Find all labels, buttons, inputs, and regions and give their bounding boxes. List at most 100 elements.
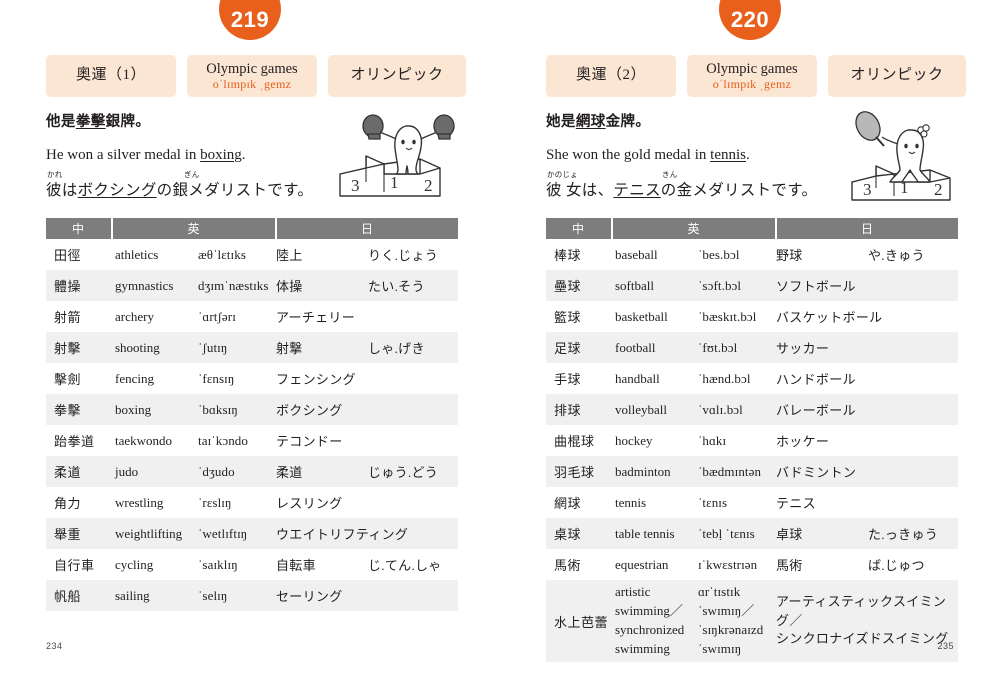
cell-chinese: 曲棍球 xyxy=(546,425,612,456)
table-row: 帆船 sailing ˈselɪŋ セーリング xyxy=(46,580,458,611)
cell-english: athletics xyxy=(112,239,198,270)
column-header-japanese: 日 xyxy=(776,218,958,239)
table-header-row: 中 英 日 xyxy=(46,218,458,239)
table-row: 棒球 baseball ˈbes.bɔl 野球 や.きゅう xyxy=(546,239,958,270)
cell-ipa: ˈɑrtʃərɪ xyxy=(198,301,276,332)
sentence-chinese: 她是網球金牌。 xyxy=(546,114,651,130)
cell-japanese: サッカー xyxy=(776,332,958,363)
cell-english: judo xyxy=(112,456,198,487)
table-row: 拳擊 boxing ˈbɑksɪŋ ボクシング xyxy=(46,394,458,425)
cell-ipa: ˈʃutɪŋ xyxy=(198,332,276,363)
cell-ipa: ˈdʒudo xyxy=(198,456,276,487)
cell-chinese: 體操 xyxy=(46,270,112,301)
cell-ipa: ˈhænd.bɔl xyxy=(698,363,776,394)
example-sentences-left: 他是拳擊銀牌。 He won a silver medal in boxing.… xyxy=(46,110,346,200)
example-sentences-right: 她是網球金牌。 She won the gold medal in tennis… xyxy=(546,110,846,200)
cell-chinese: 手球 xyxy=(546,363,612,394)
cell-english: volleyball xyxy=(612,394,698,425)
cell-ipa: ˈbædmɪntən xyxy=(698,456,776,487)
topic-tag-english-ipa: oˈlɪmpɪk ˌgemz xyxy=(712,76,792,91)
cell-japanese: フェンシング xyxy=(276,363,458,394)
topic-tag-english-label: Olympic games xyxy=(706,60,798,77)
cell-chinese: 拳擊 xyxy=(46,394,112,425)
cell-japanese: ウエイトリフティング xyxy=(276,518,458,549)
svg-text:2: 2 xyxy=(934,180,943,199)
cell-chinese: 自行車 xyxy=(46,549,112,580)
cell-japanese: 自転車 xyxy=(276,549,368,580)
svg-text:1: 1 xyxy=(390,173,399,192)
table-row: 擊劍 fencing ˈfɛnsɪŋ フェンシング xyxy=(46,363,458,394)
cell-ipa: ɪˈkwɛstrɪən xyxy=(698,549,776,580)
table-row: 曲棍球 hockey ˈhɑkɪ ホッケー xyxy=(546,425,958,456)
cell-chinese: 馬術 xyxy=(546,549,612,580)
cell-japanese: 射撃 xyxy=(276,332,368,363)
table-row: 角力 wrestling ˈrɛslɪŋ レスリング xyxy=(46,487,458,518)
topic-tag-chinese-label: 奧運（1） xyxy=(75,67,146,84)
table-row: 桌球 table tennis ˈtebḷ ˈtɛnɪs 卓球 た.っきゅう xyxy=(546,518,958,549)
cell-ipa: ˈbæskɪt.bɔl xyxy=(698,301,776,332)
cell-japanese: 陸上 xyxy=(276,239,368,270)
cell-english: equestrian xyxy=(612,549,698,580)
sentence-japanese-wrap: かれ ぎん 彼はボクシングの銀メダリストです。 xyxy=(46,170,346,200)
table-row: 籃球 basketball ˈbæskɪt.bɔl バスケットボール xyxy=(546,301,958,332)
cell-ipa: ˈhɑkɪ xyxy=(698,425,776,456)
cell-japanese: ボクシング xyxy=(276,394,458,425)
topic-tag-chinese: 奧運（1） xyxy=(46,55,176,97)
cell-japanese: 柔道 xyxy=(276,456,368,487)
svg-text:1: 1 xyxy=(900,178,909,197)
cell-chinese: 擊劍 xyxy=(46,363,112,394)
folio-left: 234 xyxy=(46,641,63,651)
cell-chinese: 舉重 xyxy=(46,518,112,549)
cell-chinese: 射箭 xyxy=(46,301,112,332)
cell-english: basketball xyxy=(612,301,698,332)
cell-ipa: ˈwetlɪftɪŋ xyxy=(198,518,276,549)
table-header-row: 中 英 日 xyxy=(546,218,958,239)
cell-ipa: taɪˈkɔndo xyxy=(198,425,276,456)
table-row: 足球 football ˈfʊt.bɔl サッカー xyxy=(546,332,958,363)
sentence-english: She won the gold medal in tennis. xyxy=(546,147,750,163)
cell-english: gymnastics xyxy=(112,270,198,301)
column-header-english: 英 xyxy=(612,218,777,239)
cell-ipa: ɑrˈtɪstɪk ˈswɪmɪŋ／ ˈsɪŋkrənaɪzd ˈswɪmɪŋ xyxy=(698,580,776,662)
sentence-english: He won a silver medal in boxing. xyxy=(46,147,246,163)
cell-chinese: 棒球 xyxy=(546,239,612,270)
cell-kana: や.きゅう xyxy=(868,239,958,270)
cell-english: boxing xyxy=(112,394,198,425)
table-row: 排球 volleyball ˈvɑlɪ.bɔl バレーボール xyxy=(546,394,958,425)
cell-ipa: ˈtɛnɪs xyxy=(698,487,776,518)
page-number-badge-219: 219 xyxy=(219,0,281,40)
cell-japanese: アーチェリー xyxy=(276,301,458,332)
furigana-1: かれ xyxy=(47,170,63,179)
cell-english: football xyxy=(612,332,698,363)
cell-ipa: ˈvɑlɪ.bɔl xyxy=(698,394,776,425)
cell-japanese: テニス xyxy=(776,487,958,518)
cell-chinese: 籃球 xyxy=(546,301,612,332)
cell-ipa: ˈsɔft.bɔl xyxy=(698,270,776,301)
table-row: 射箭 archery ˈɑrtʃərɪ アーチェリー xyxy=(46,301,458,332)
furigana-2: きん xyxy=(662,170,678,179)
table-row: 田徑 athletics æθˈlɛtɪks 陸上 りく.じょう xyxy=(46,239,458,270)
cell-chinese: 射擊 xyxy=(46,332,112,363)
svg-text:3: 3 xyxy=(351,176,360,195)
topic-tag-chinese: 奧運（2） xyxy=(546,55,676,97)
topic-tag-english-label: Olympic games xyxy=(206,60,298,77)
table-row: 柔道 judo ˈdʒudo 柔道 じゅう.どう xyxy=(46,456,458,487)
cell-english: weightlifting xyxy=(112,518,198,549)
cell-japanese: バレーボール xyxy=(776,394,958,425)
cell-ipa: ˈfʊt.bɔl xyxy=(698,332,776,363)
table-row: 手球 handball ˈhænd.bɔl ハンドボール xyxy=(546,363,958,394)
boxing-mascot-on-podium-illustration: 3 1 2 xyxy=(328,104,460,209)
cell-kana: しゃ.げき xyxy=(368,332,458,363)
cell-english: taekwondo xyxy=(112,425,198,456)
topic-tag-japanese-label: オリンピック xyxy=(850,67,944,84)
topic-tag-row-right: 奧運（2） Olympic games oˈlɪmpɪk ˌgemz オリンピッ… xyxy=(546,55,966,97)
cell-english: shooting xyxy=(112,332,198,363)
cell-ipa: ˈsaɪklɪŋ xyxy=(198,549,276,580)
cell-japanese: テコンドー xyxy=(276,425,458,456)
table-row: 羽毛球 badminton ˈbædmɪntən バドミントン xyxy=(546,456,958,487)
cell-ipa: ˈselɪŋ xyxy=(198,580,276,611)
cell-japanese: アーティスティックスイミング／ シンクロナイズドスイミング xyxy=(776,580,958,662)
cell-japanese: セーリング xyxy=(276,580,458,611)
table-row: 舉重 weightlifting ˈwetlɪftɪŋ ウエイトリフティング xyxy=(46,518,458,549)
vocabulary-table-right: 中 英 日 棒球 baseball ˈbes.bɔl 野球 や.きゅう 壘球 softbal… xyxy=(546,218,958,662)
